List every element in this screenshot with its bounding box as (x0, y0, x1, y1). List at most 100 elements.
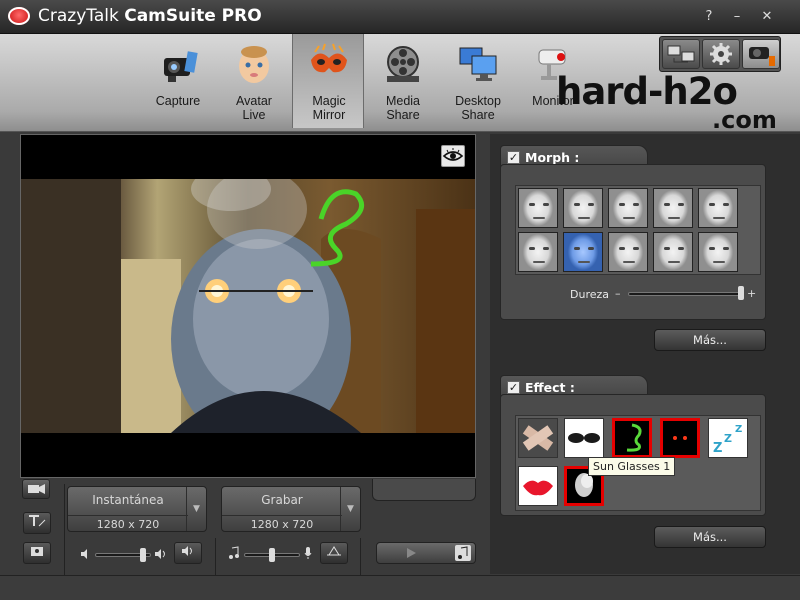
morph-checkbox[interactable]: ✓ (507, 151, 520, 164)
morph-more-button[interactable]: Más... (654, 329, 766, 351)
tab-desktop-share[interactable]: Desktop Share (442, 34, 514, 128)
play-icon (407, 548, 416, 558)
camera-icon (164, 51, 198, 82)
main-toolbar: Capture Avatar Live Magic Mirror Media S… (0, 34, 800, 134)
lips-logo-icon (8, 7, 30, 25)
tab-magic-mirror-label: Magic Mirror (312, 94, 346, 122)
watermark-domain: .com (712, 106, 777, 134)
speaker-button[interactable] (174, 542, 202, 564)
dureza-label: Dureza (570, 288, 610, 301)
mask-icon (311, 43, 347, 73)
minimize-button[interactable]: – (728, 8, 746, 26)
network-button[interactable] (662, 39, 700, 69)
webcam-settings-icon (749, 47, 775, 66)
effect-lips[interactable] (518, 466, 558, 506)
morph-face-item-selected[interactable] (563, 232, 603, 272)
close-button[interactable]: ✕ (758, 8, 776, 26)
effect-sleep-z[interactable]: ZZZ (708, 418, 748, 458)
settings-button[interactable] (702, 39, 740, 69)
dureza-max: + (747, 287, 757, 300)
capture-controls: Instantánea 1280 x 720 ▼ Grabar 1280 x 7… (0, 478, 490, 578)
morph-face-item[interactable] (608, 232, 648, 272)
record-dropdown-arrow[interactable]: ▼ (340, 487, 360, 531)
title-bar: CrazyTalk CamSuite PRO ? – ✕ (0, 0, 800, 34)
watermark-text: hard-h2o (556, 70, 738, 113)
tab-magic-mirror[interactable]: Magic Mirror (292, 34, 364, 128)
window-title: CrazyTalk CamSuite PRO (38, 6, 262, 26)
morph-face-item[interactable] (608, 188, 648, 228)
green-swirl-icon (626, 423, 642, 452)
record-label: Grabar (261, 493, 303, 507)
effect-more-button[interactable]: Más... (654, 526, 766, 548)
music-note-icon (229, 546, 239, 559)
speaker-volume-knob[interactable] (140, 548, 146, 562)
morph-panel (500, 164, 766, 320)
tab-media-share[interactable]: Media Share (367, 34, 439, 128)
record-button[interactable]: Grabar 1280 x 720 ▼ (221, 486, 361, 532)
morph-face-item[interactable] (698, 188, 738, 228)
record-resolution: 1280 x 720 (222, 515, 342, 531)
top-right-toolgroup (659, 36, 781, 72)
snapshot-dropdown-arrow[interactable]: ▼ (186, 487, 206, 531)
webcam-scene (21, 179, 475, 433)
tab-capture-label: Capture (155, 94, 201, 108)
glowing-eyes-icon (673, 436, 687, 440)
tab-capture[interactable]: Capture (142, 34, 214, 128)
text-tool-icon (29, 515, 46, 527)
mic-volume-knob[interactable] (269, 548, 275, 562)
morph-face-item[interactable] (518, 232, 558, 272)
morph-face-item[interactable] (653, 188, 693, 228)
effect-glowing-eyes[interactable] (660, 418, 700, 458)
morph-title: Morph : (525, 150, 580, 165)
zzz-icon: ZZZ (713, 424, 742, 456)
snapshot-button[interactable]: Instantánea 1280 x 720 ▼ (67, 486, 207, 532)
eye-icon (442, 148, 464, 161)
morph-face-item[interactable] (563, 188, 603, 228)
tab-media-share-label: Media Share (385, 94, 421, 122)
speaker-icon (182, 546, 192, 556)
speaker-high-icon (155, 549, 165, 559)
title-product: CamSuite PRO (124, 6, 262, 26)
preview-toggle-button[interactable] (441, 145, 465, 167)
webcam-video (21, 179, 475, 433)
morph-face-grid (515, 185, 761, 275)
sunglasses-icon (568, 433, 600, 443)
help-button[interactable]: ? (700, 8, 718, 26)
effect-green-swirl[interactable] (612, 418, 652, 458)
dureza-slider[interactable] (628, 292, 744, 296)
lips-icon (523, 480, 553, 496)
microphone-icon (304, 547, 312, 559)
text-overlay-button[interactable] (23, 512, 51, 534)
gear-icon (710, 43, 732, 65)
film-reel-icon (387, 46, 419, 82)
mixer-button[interactable] (320, 542, 348, 564)
morph-face-item[interactable] (653, 232, 693, 272)
snapshot-label: Instantánea (92, 493, 164, 507)
snapshot-resolution: 1280 x 720 (68, 515, 188, 531)
webcam-settings-button[interactable] (742, 39, 780, 69)
svg-text:Z: Z (724, 432, 732, 445)
effect-sunglasses[interactable] (564, 418, 604, 458)
divider (215, 538, 216, 576)
camera-effect-icon (31, 547, 43, 556)
effect-checkbox[interactable]: ✓ (507, 381, 520, 394)
music-file-icon (458, 546, 468, 559)
tab-avatar-live-label: Avatar Live (236, 94, 272, 122)
morph-face-item[interactable] (698, 232, 738, 272)
title-prefix: CrazyTalk (38, 6, 125, 26)
effect-tooltip: Sun Glasses 1 (588, 457, 676, 476)
video-preview-frame (20, 134, 476, 478)
media-file-button[interactable] (455, 545, 471, 561)
status-bar (0, 575, 800, 600)
dureza-slider-knob[interactable] (737, 286, 744, 300)
tab-avatar-live[interactable]: Avatar Live (218, 34, 290, 128)
morph-face-item[interactable] (518, 188, 558, 228)
svg-text:Z: Z (713, 441, 722, 456)
playback-bar[interactable] (376, 542, 476, 564)
effect-camera-button[interactable] (23, 542, 51, 564)
bandage-icon (522, 425, 554, 451)
tab-desktop-share-label: Desktop Share (455, 94, 501, 122)
divider (360, 538, 361, 576)
svg-text:Z: Z (735, 424, 742, 435)
effect-bandage[interactable] (518, 418, 558, 458)
